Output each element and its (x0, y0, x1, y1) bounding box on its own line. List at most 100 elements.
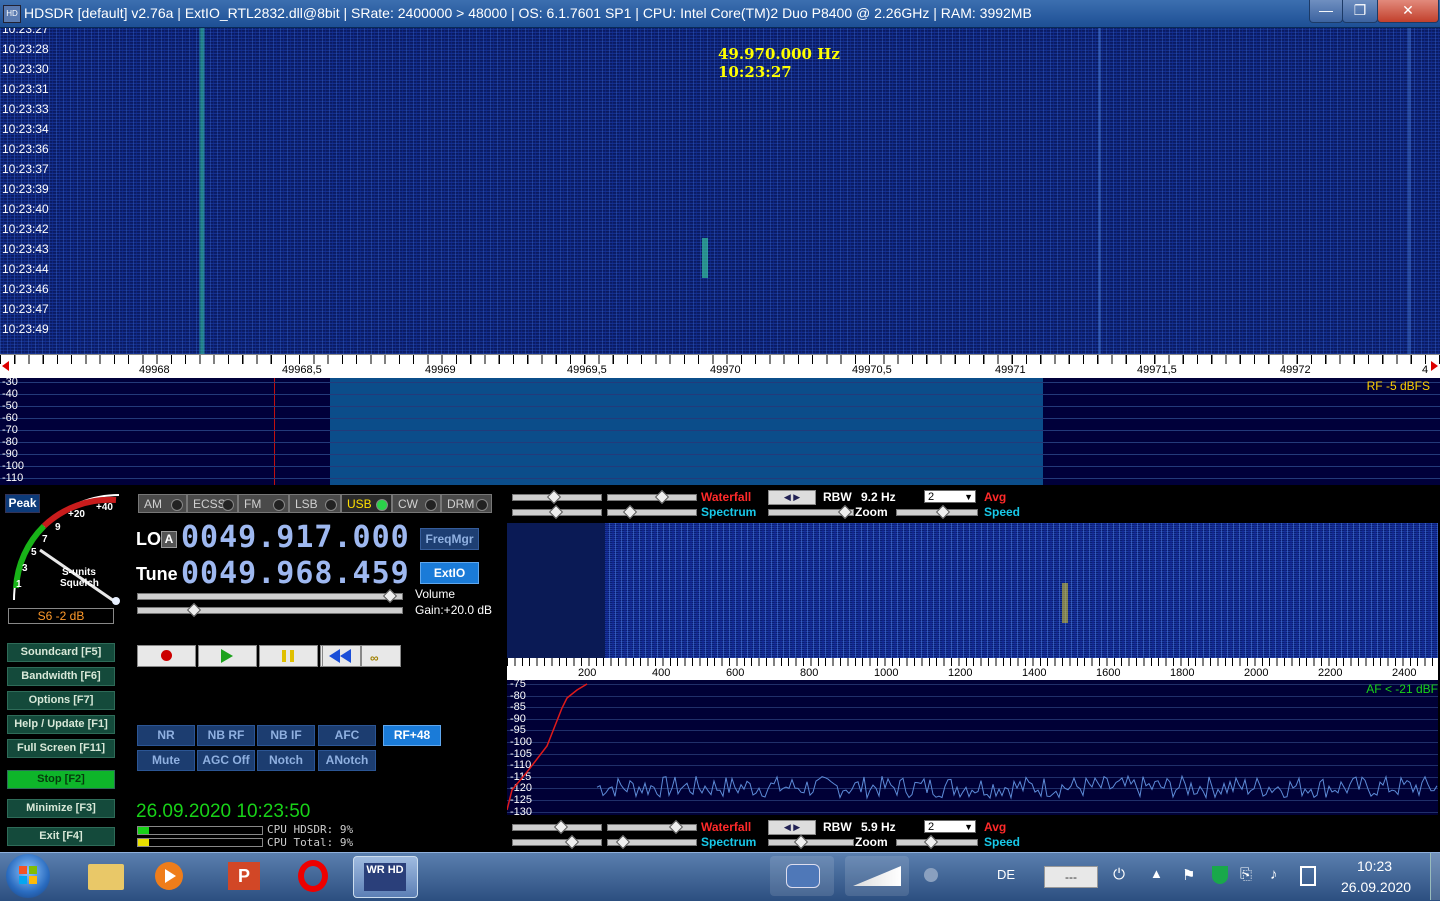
slider-thumb[interactable] (793, 834, 809, 850)
slider-thumb[interactable] (546, 489, 562, 505)
nr-button[interactable]: NR (137, 725, 195, 746)
af-zoom-slider[interactable] (768, 839, 854, 846)
power-icon[interactable]: ⏻ (1108, 866, 1130, 886)
nb-if-button[interactable]: NB IF (257, 725, 315, 746)
mode-fm-button[interactable]: FM (238, 494, 289, 513)
mode-lsb-button[interactable]: LSB (289, 494, 341, 513)
mode-led-icon (476, 499, 488, 511)
explorer-taskbar-button[interactable] (80, 856, 132, 896)
volume-icon[interactable]: ♪ (1270, 866, 1278, 883)
lo-frequency-display[interactable]: 0049.917.000 (181, 520, 410, 555)
clock-time[interactable]: 10:23 (1357, 858, 1392, 874)
slider-thumb[interactable] (837, 504, 853, 520)
slider-thumb[interactable] (553, 819, 569, 835)
scroll-right-icon[interactable] (1431, 361, 1438, 371)
rbw-value: 9.2 Hz (861, 490, 896, 504)
start-button[interactable] (6, 854, 50, 898)
close-window-button[interactable]: ✕ (1377, 0, 1439, 23)
lo-a-button[interactable]: A (161, 531, 177, 548)
minimize-window-button[interactable]: — (1309, 0, 1343, 23)
clock-date[interactable]: 26.09.2020 (1341, 879, 1411, 895)
minimize-button[interactable]: Minimize [F3] (7, 799, 115, 818)
tune-slider[interactable] (137, 593, 403, 600)
slider-thumb[interactable] (548, 504, 564, 520)
rf-avg-select[interactable]: 2 ▼ (924, 490, 976, 503)
af-spectrum-slider-1[interactable] (512, 839, 602, 846)
waterfall-timestamp: 10:23:46 (2, 282, 49, 296)
language-indicator[interactable]: DE (997, 867, 1015, 882)
opera-taskbar-button[interactable] (290, 856, 342, 896)
soundcard-button[interactable]: Soundcard [F5] (7, 643, 115, 662)
slider-thumb[interactable] (935, 504, 951, 520)
hdsdr-app-icon[interactable]: HD (3, 5, 21, 23)
af-waterfall-slider-2[interactable] (607, 824, 697, 831)
af-rbw-stepper[interactable]: ◀ ▶ (768, 820, 816, 835)
af-waterfall[interactable] (507, 523, 1438, 658)
slider-thumb[interactable] (615, 834, 631, 850)
tray-network-button[interactable] (770, 856, 834, 896)
volume-slider[interactable] (137, 607, 403, 614)
rf-spectrum[interactable]: -30 -40 -50 -60 -70 -80 -90 -100 -110 (0, 378, 1440, 485)
slider-thumb[interactable] (668, 819, 684, 835)
rf-spectrum-slider-2[interactable] (607, 509, 697, 516)
help-update-button[interactable]: Help / Update [F1] (7, 715, 115, 734)
pause-button[interactable] (259, 645, 318, 667)
tray-input-box[interactable]: --- (1044, 866, 1098, 888)
tune-frequency-display[interactable]: 0049.968.459 (181, 556, 410, 591)
maximize-window-button[interactable]: ❐ (1342, 0, 1378, 23)
agc-button[interactable]: AGC Off (197, 750, 255, 771)
slider-thumb[interactable] (654, 489, 670, 505)
rewind-button[interactable] (322, 645, 361, 667)
af-frequency-label: 2400 (1392, 667, 1417, 679)
security-shield-icon[interactable] (1212, 866, 1228, 884)
slider-thumb[interactable] (622, 504, 638, 520)
exit-button[interactable]: Exit [F4] (7, 827, 115, 846)
extio-button[interactable]: ExtIO (420, 562, 479, 584)
anotch-button[interactable]: ANotch (318, 750, 376, 771)
frequency-scale[interactable]: 49968 49968,5 49969 49969,5 49970 49970,5 4997… (0, 354, 1440, 379)
mode-cw-button[interactable]: CW (392, 494, 441, 513)
show-hidden-icons-icon[interactable]: ▲ (1150, 866, 1163, 881)
mute-button[interactable]: Mute (137, 750, 195, 771)
frequency-label: 49972 (1280, 364, 1311, 376)
slider-thumb[interactable] (564, 834, 580, 850)
play-button[interactable] (198, 645, 257, 667)
full-screen-button[interactable]: Full Screen [F11] (7, 739, 115, 758)
tray-wireless-button[interactable] (914, 856, 950, 896)
loop-button[interactable]: ∞ (361, 645, 401, 667)
tray-signal-button[interactable] (845, 856, 909, 896)
nb-rf-button[interactable]: NB RF (197, 725, 255, 746)
af-spectrum[interactable]: -75 -80 -85 -90 -95 -100 -105 -110 -115 -120 -125-… (507, 680, 1438, 815)
notch-button[interactable]: Notch (257, 750, 315, 771)
powerpoint-taskbar-button[interactable]: P (218, 856, 270, 896)
rf-offset-button[interactable]: RF+48 (383, 725, 441, 746)
smeter-scale-label: 1 (16, 579, 22, 590)
squelch-label[interactable]: Squelch (60, 578, 99, 589)
smeter-scale-label: 3 (22, 563, 28, 574)
rbw-stepper[interactable]: ◀ ▶ (768, 490, 816, 505)
af-avg-select[interactable]: 2 ▼ (924, 820, 976, 833)
slider-thumb[interactable] (923, 834, 939, 850)
zoom-label: Zoom (855, 505, 888, 519)
action-center-flag-icon[interactable]: ⚑ (1182, 866, 1195, 884)
battery-icon[interactable] (1300, 866, 1316, 886)
afc-button[interactable]: AFC (318, 725, 376, 746)
stop-button[interactable]: Stop [F2] (7, 770, 115, 789)
waterfall-timestamp: 10:23:49 (2, 322, 49, 336)
media-player-taskbar-button[interactable] (145, 856, 197, 896)
rf-waterfall-slider-2[interactable] (607, 494, 697, 501)
mode-ecss-button[interactable]: ECSS (187, 494, 238, 513)
show-desktop-button[interactable] (1430, 853, 1440, 900)
scroll-left-icon[interactable] (2, 361, 9, 371)
hdsdr-taskbar-button[interactable]: WR HD (353, 856, 418, 898)
af-frequency-label: 1600 (1096, 667, 1121, 679)
bandwidth-button[interactable]: Bandwidth [F6] (7, 667, 115, 686)
record-button[interactable] (137, 645, 196, 667)
network-tray-icon[interactable]: ⎘ (1240, 866, 1252, 883)
options-button[interactable]: Options [F7] (7, 691, 115, 710)
mode-usb-button[interactable]: USB (341, 494, 392, 513)
mode-am-button[interactable]: AM (138, 494, 187, 513)
mode-drm-button[interactable]: DRM (441, 494, 492, 513)
freqmgr-button[interactable]: FreqMgr (420, 528, 479, 550)
spectrum-gridline (0, 478, 1440, 479)
